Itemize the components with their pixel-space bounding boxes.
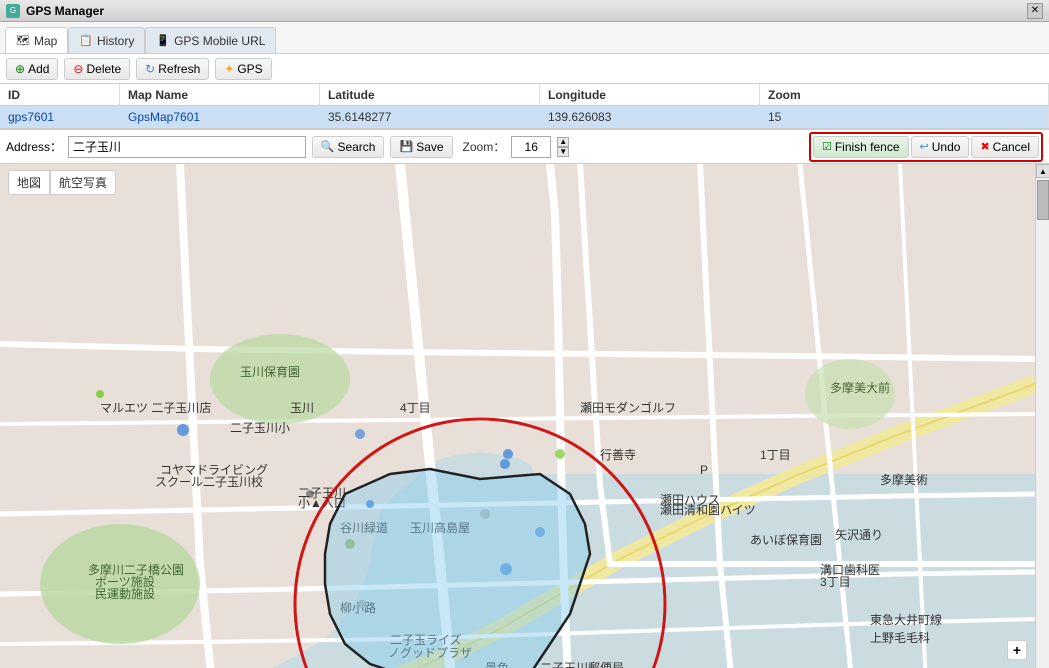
add-icon: ⊕ <box>15 62 25 76</box>
svg-text:スクール二子玉川校: スクール二子玉川校 <box>155 474 263 489</box>
address-label: Address： <box>6 138 62 155</box>
svg-text:1丁目: 1丁目 <box>760 448 791 462</box>
undo-icon: ↩ <box>920 140 929 153</box>
svg-text:民運動施設: 民運動施設 <box>95 586 155 601</box>
svg-text:上野毛毛科: 上野毛毛科 <box>870 631 930 645</box>
add-button[interactable]: ⊕ Add <box>6 58 58 80</box>
cell-map-name: GpsMap7601 <box>120 106 320 128</box>
refresh-label: Refresh <box>158 62 200 76</box>
search-label: Search <box>337 140 375 154</box>
map-svg: 多摩川二子橋公園 ボーツ施設 民運動施設 玉川保育園 多摩美大前 兵庫島公園 二… <box>0 164 1049 668</box>
cell-zoom: 15 <box>760 106 1049 128</box>
svg-text:多摩美術: 多摩美術 <box>880 472 928 487</box>
col-header-map-name: Map Name <box>120 84 320 105</box>
svg-text:二子玉川郵便局: 二子玉川郵便局 <box>540 661 624 668</box>
zoom-plus-button[interactable]: + <box>1007 640 1027 660</box>
undo-label: Undo <box>932 140 961 154</box>
search-icon: 🔍 <box>321 140 335 153</box>
zoom-down-arrow[interactable]: ▼ <box>557 147 569 157</box>
cell-longitude: 139.626083 <box>540 106 760 128</box>
col-header-id: ID <box>0 84 120 105</box>
cell-latitude: 35.6148277 <box>320 106 540 128</box>
svg-text:玉川: 玉川 <box>290 401 314 415</box>
gps-button[interactable]: ✦ GPS <box>215 58 271 80</box>
col-header-zoom: Zoom <box>760 84 1049 105</box>
svg-text:P: P <box>700 463 708 477</box>
col-header-latitude: Latitude <box>320 84 540 105</box>
save-label: Save <box>416 140 443 154</box>
gps-label: GPS <box>237 62 262 76</box>
finish-icon: ☑ <box>822 140 832 153</box>
map-scrollbar[interactable]: ▲ <box>1035 164 1049 668</box>
window-title: GPS Manager <box>26 4 104 18</box>
svg-text:マルエツ 二子玉川店: マルエツ 二子玉川店 <box>100 401 211 415</box>
svg-text:多摩美大前: 多摩美大前 <box>830 380 890 395</box>
gps-url-tab-label: GPS Mobile URL <box>174 34 265 48</box>
fence-group: ☑ Finish fence ↩ Undo ✖ Cancel <box>809 132 1043 162</box>
search-button[interactable]: 🔍 Search <box>312 136 385 158</box>
table-header: ID Map Name Latitude Longitude Zoom <box>0 84 1049 106</box>
svg-text:矢沢通り: 矢沢通り <box>835 528 883 542</box>
history-tab-icon: 📋 <box>79 34 93 47</box>
zoom-up-arrow[interactable]: ▲ <box>557 137 569 147</box>
svg-text:3丁目: 3丁目 <box>820 575 851 589</box>
save-button[interactable]: 💾 Save <box>390 136 452 158</box>
cell-id: gps7601 <box>0 106 120 128</box>
refresh-button[interactable]: ↻ Refresh <box>136 58 209 80</box>
toolbar: ⊕ Add ⊖ Delete ↻ Refresh ✦ GPS <box>0 54 1049 84</box>
svg-text:玉川保育園: 玉川保育園 <box>240 364 300 379</box>
table-row[interactable]: gps7601 GpsMap7601 35.6148277 139.626083… <box>0 106 1049 128</box>
zoom-arrows: ▲ ▼ <box>557 137 569 157</box>
map-tab-aerial[interactable]: 航空写真 <box>50 170 116 195</box>
cancel-icon: ✖ <box>980 140 989 153</box>
svg-text:行善寺: 行善寺 <box>600 447 636 462</box>
tab-bar: 🗺 Map 📋 History 📱 GPS Mobile URL <box>0 22 1049 54</box>
scroll-up-button[interactable]: ▲ <box>1036 164 1049 178</box>
zoom-input[interactable] <box>511 136 551 158</box>
tab-history[interactable]: 📋 History <box>68 27 145 53</box>
map-tab-map[interactable]: 地図 <box>8 170 50 195</box>
scroll-thumb[interactable] <box>1037 180 1049 220</box>
col-header-longitude: Longitude <box>540 84 760 105</box>
zoom-label: Zoom： <box>463 138 506 155</box>
cancel-label: Cancel <box>993 140 1030 154</box>
delete-button[interactable]: ⊖ Delete <box>64 58 130 80</box>
delete-icon: ⊖ <box>73 62 83 76</box>
tab-gps-mobile-url[interactable]: 📱 GPS Mobile URL <box>145 27 276 53</box>
svg-text:瀬田モダンゴルフ: 瀬田モダンゴルフ <box>580 400 676 415</box>
gps-icon: ✦ <box>224 62 234 76</box>
map-container[interactable]: 多摩川二子橋公園 ボーツ施設 民運動施設 玉川保育園 多摩美大前 兵庫島公園 二… <box>0 164 1049 668</box>
title-bar: G GPS Manager ✕ <box>0 0 1049 22</box>
svg-text:二子玉川小: 二子玉川小 <box>230 421 290 435</box>
finish-fence-button[interactable]: ☑ Finish fence <box>813 136 909 158</box>
tab-map[interactable]: 🗺 Map <box>5 27 68 53</box>
map-tabs: 地図 航空写真 <box>8 170 116 195</box>
history-tab-label: History <box>97 34 134 48</box>
svg-text:東急大井町線: 東急大井町線 <box>870 612 942 627</box>
map-tab-icon: 🗺 <box>16 34 30 47</box>
address-bar: Address： 🔍 Search 💾 Save Zoom： ▲ ▼ ☑ Fin… <box>0 130 1049 164</box>
svg-text:あいぼ保育園: あいぼ保育園 <box>750 532 822 547</box>
add-label: Add <box>28 62 49 76</box>
table-section: ID Map Name Latitude Longitude Zoom gps7… <box>0 84 1049 130</box>
svg-text:4丁目: 4丁目 <box>400 401 431 415</box>
undo-button[interactable]: ↩ Undo <box>911 136 970 158</box>
gps-url-tab-icon: 📱 <box>156 34 170 47</box>
app-icon: G <box>6 4 20 18</box>
map-tab-label: Map <box>34 34 57 48</box>
cancel-button[interactable]: ✖ Cancel <box>971 136 1039 158</box>
close-button[interactable]: ✕ <box>1027 3 1043 19</box>
save-icon: 💾 <box>399 140 413 153</box>
refresh-icon: ↻ <box>145 62 155 76</box>
delete-label: Delete <box>86 62 121 76</box>
address-input[interactable] <box>68 136 306 158</box>
finish-fence-label: Finish fence <box>835 140 900 154</box>
svg-text:瀬田清和園ハイツ: 瀬田清和園ハイツ <box>660 503 756 517</box>
